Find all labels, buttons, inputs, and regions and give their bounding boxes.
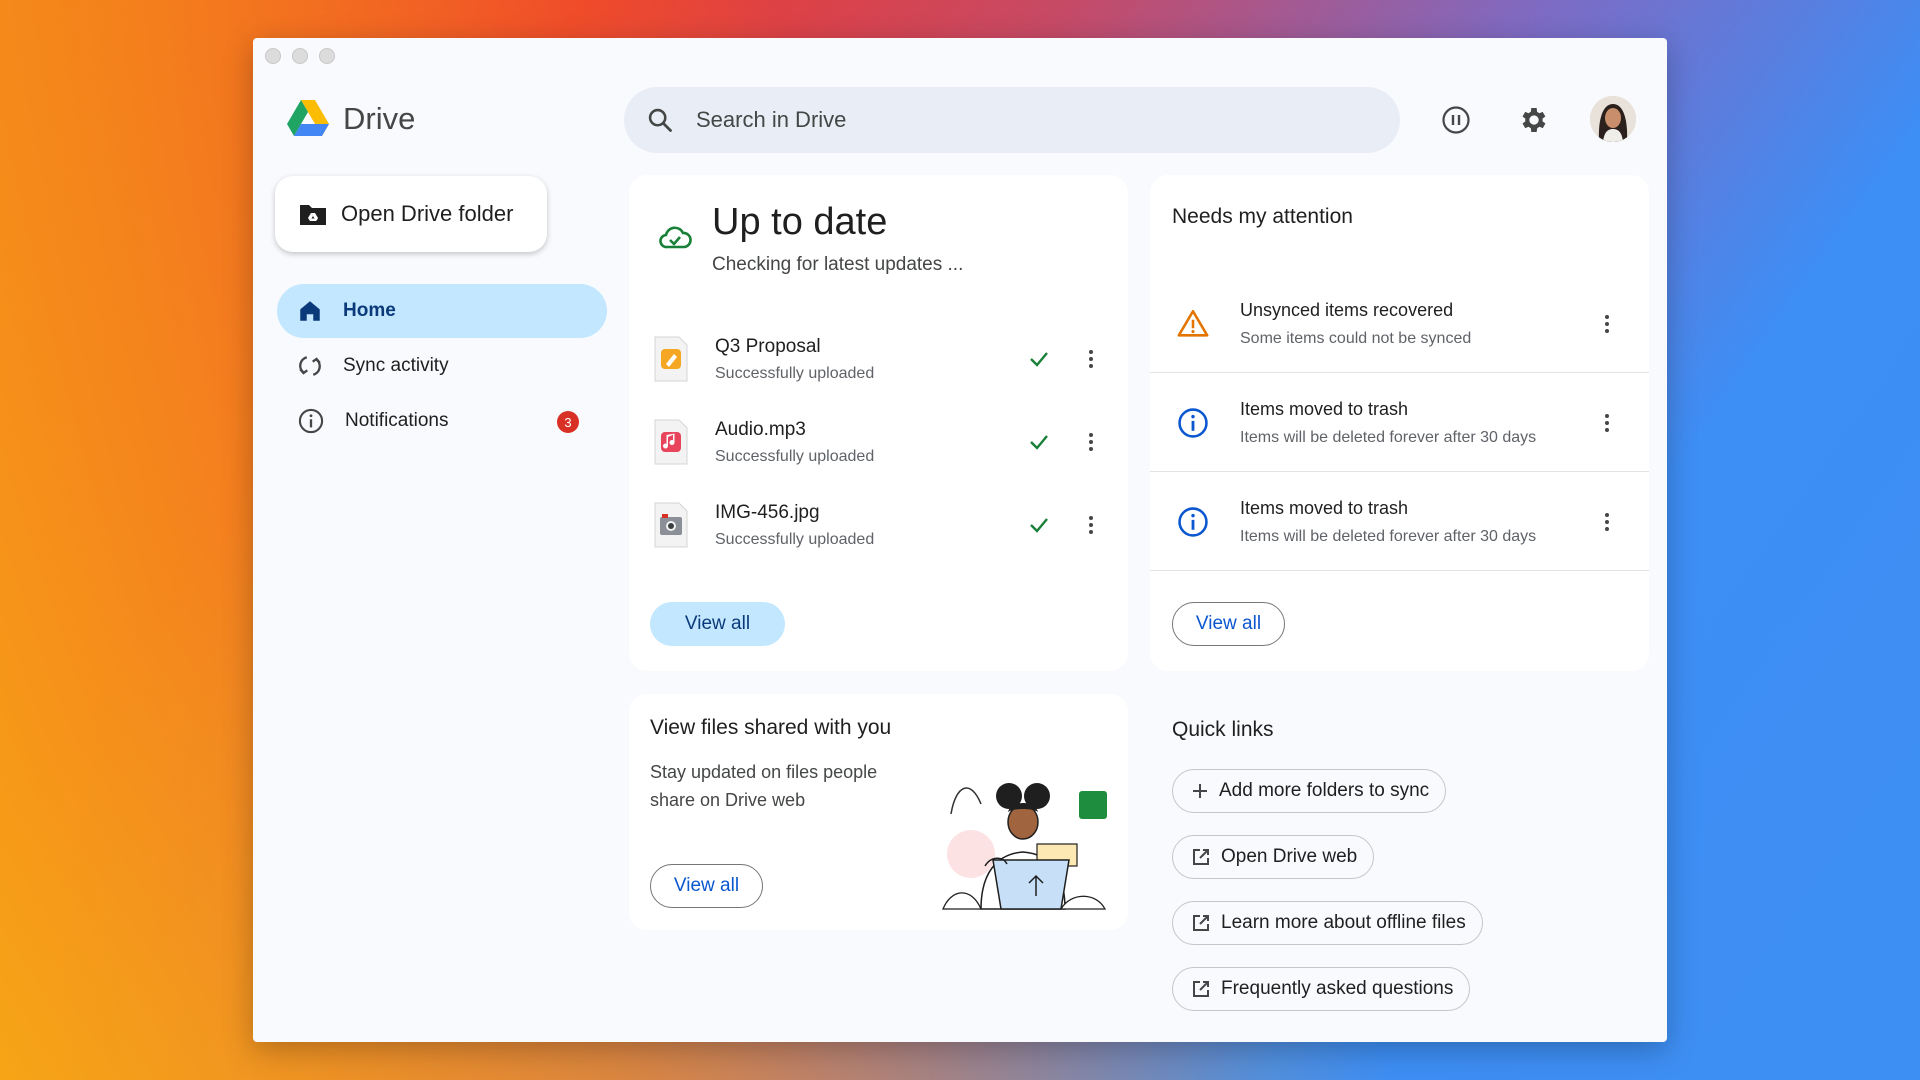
more-options-icon[interactable] (1595, 312, 1619, 336)
quick-link-label: Add more folders to sync (1219, 780, 1430, 801)
notifications-count-badge: 3 (557, 411, 579, 433)
sidebar-item-label: Notifications (345, 410, 449, 431)
image-file-icon (653, 501, 689, 549)
drive-logo: Drive (287, 100, 415, 138)
info-icon (1178, 407, 1208, 438)
sidebar-nav: Home Sync activity Notifications 3 (277, 284, 607, 449)
more-options-icon[interactable] (1595, 411, 1619, 435)
sync-title: Up to date (712, 201, 888, 243)
open-external-icon (1193, 915, 1209, 931)
cloud-done-icon (659, 226, 692, 249)
open-drive-web-link[interactable]: Open Drive web (1172, 835, 1375, 879)
shared-files-illustration (942, 783, 1107, 910)
more-options-icon[interactable] (1079, 430, 1103, 454)
app-title: Drive (343, 101, 416, 136)
file-row[interactable]: IMG-456.jpg Successfully uploaded (653, 494, 1103, 556)
audio-file-icon (653, 418, 689, 466)
sync-view-all-button[interactable]: View all (650, 602, 785, 646)
search-icon (648, 108, 672, 132)
attention-view-all-button[interactable]: View all (1172, 602, 1285, 646)
attention-item[interactable]: Items moved to trash Items will be delet… (1150, 374, 1649, 472)
more-options-icon[interactable] (1079, 347, 1103, 371)
settings-button[interactable] (1514, 100, 1554, 140)
shared-description: Stay updated on files people share on Dr… (650, 762, 878, 810)
close-window-button[interactable] (265, 48, 281, 64)
pause-sync-button[interactable] (1436, 100, 1476, 140)
info-icon (1178, 506, 1208, 537)
offline-files-link[interactable]: Learn more about offline files (1172, 901, 1483, 945)
home-icon (300, 301, 320, 321)
check-icon (1030, 518, 1048, 533)
window-controls (265, 48, 335, 64)
shared-files-card: View files shared with you Stay updated … (629, 694, 1128, 930)
attention-item[interactable]: Items moved to trash Items will be delet… (1150, 473, 1649, 571)
sync-status-card: Up to date Checking for latest updates .… (629, 175, 1128, 671)
sync-header: Up to date Checking for latest updates .… (658, 201, 963, 276)
file-name: Q3 Proposal (715, 335, 821, 357)
needs-attention-card: Needs my attention Unsynced items recove… (1150, 175, 1649, 671)
add-folders-link[interactable]: Add more folders to sync (1172, 769, 1447, 813)
attention-item[interactable]: Unsynced items recovered Some items coul… (1150, 275, 1649, 373)
attention-title: Needs my attention (1172, 205, 1353, 228)
open-external-icon (1193, 849, 1209, 865)
quick-link-label: Learn more about offline files (1221, 912, 1466, 933)
attention-item-title: Items moved to trash (1240, 398, 1409, 419)
attention-item-desc: Items will be deleted forever after 30 d… (1240, 527, 1537, 545)
gear-icon (1522, 108, 1546, 132)
sync-subtitle: Checking for latest updates ... (712, 254, 964, 275)
sidebar-item-label: Sync activity (343, 355, 449, 376)
shared-title: View files shared with you (650, 716, 892, 739)
search-input[interactable]: Search in Drive (696, 107, 846, 133)
file-status: Successfully uploaded (715, 447, 875, 465)
folder-drive-icon (300, 205, 326, 225)
open-drive-folder-label: Open Drive folder (341, 201, 514, 226)
more-options-icon[interactable] (1595, 510, 1619, 534)
quick-links-title: Quick links (1172, 718, 1274, 741)
pause-icon (1442, 106, 1470, 134)
sync-icon (299, 356, 321, 376)
attention-item-desc: Items will be deleted forever after 30 d… (1240, 428, 1537, 446)
sidebar-item-notifications[interactable]: Notifications 3 (277, 394, 607, 448)
check-icon (1030, 435, 1048, 450)
drive-logo-icon (287, 100, 329, 136)
quick-link-label: Open Drive web (1221, 846, 1358, 867)
zoom-window-button[interactable] (319, 48, 335, 64)
file-name: Audio.mp3 (715, 418, 806, 440)
file-row[interactable]: Audio.mp3 Successfully uploaded (653, 411, 1103, 473)
attention-item-title: Unsynced items recovered (1240, 299, 1454, 320)
info-icon (298, 408, 324, 434)
sidebar-item-label: Home (343, 300, 396, 321)
minimize-window-button[interactable] (292, 48, 308, 64)
account-avatar[interactable] (1590, 96, 1636, 142)
file-status: Successfully uploaded (715, 364, 875, 382)
quick-link-label: Frequently asked questions (1221, 978, 1454, 999)
file-row[interactable]: Q3 Proposal Successfully uploaded (653, 328, 1103, 390)
search-bar[interactable]: Search in Drive (624, 87, 1400, 153)
file-name: IMG-456.jpg (715, 501, 820, 523)
warning-icon (1177, 309, 1209, 337)
open-external-icon (1193, 981, 1209, 997)
sidebar-item-home[interactable]: Home (277, 284, 607, 338)
sidebar-item-sync-activity[interactable]: Sync activity (277, 339, 607, 393)
pages-file-icon (653, 335, 689, 383)
attention-item-desc: Some items could not be synced (1240, 329, 1472, 347)
more-options-icon[interactable] (1079, 513, 1103, 537)
file-status: Successfully uploaded (715, 530, 875, 548)
attention-item-title: Items moved to trash (1240, 497, 1409, 518)
drive-window: Drive Search in Drive Open Drive folder … (253, 38, 1667, 1042)
open-drive-folder-button[interactable]: Open Drive folder (275, 176, 547, 252)
avatar-image (1590, 96, 1636, 142)
faq-link[interactable]: Frequently asked questions (1172, 967, 1471, 1011)
check-icon (1030, 352, 1048, 367)
plus-icon (1193, 784, 1207, 798)
shared-view-all-button[interactable]: View all (650, 864, 763, 908)
